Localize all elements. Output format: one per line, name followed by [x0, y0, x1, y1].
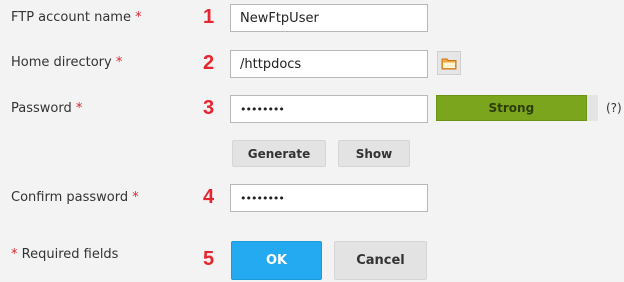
- browse-folder-button[interactable]: [437, 51, 461, 75]
- confirm-password-value: ••••••••: [240, 191, 285, 205]
- ftp-account-name-label-text: FTP account name: [11, 10, 131, 25]
- password-label: Password *: [11, 101, 82, 116]
- home-directory-input[interactable]: /httpdocs: [230, 50, 428, 78]
- password-input[interactable]: ••••••••: [230, 95, 428, 123]
- step-number-5: 5: [203, 248, 215, 270]
- required-mark: *: [11, 247, 18, 262]
- confirm-password-label: Confirm password *: [11, 190, 139, 205]
- ok-button[interactable]: OK: [231, 241, 322, 280]
- step-number-1: 1: [203, 6, 215, 28]
- generate-button[interactable]: Generate: [232, 140, 326, 167]
- required-mark: *: [115, 55, 123, 70]
- confirm-password-input[interactable]: ••••••••: [230, 184, 428, 212]
- required-fields-note: * Required fields: [11, 247, 118, 262]
- password-strength-bar: Strong: [436, 95, 587, 121]
- ftp-account-name-label: FTP account name *: [11, 10, 142, 25]
- confirm-password-label-text: Confirm password: [11, 190, 129, 205]
- password-value: ••••••••: [240, 102, 285, 116]
- required-mark: *: [132, 190, 139, 205]
- show-button[interactable]: Show: [338, 140, 410, 167]
- password-strength-meter: Strong: [436, 95, 598, 121]
- required-fields-text: Required fields: [21, 247, 119, 262]
- ftp-account-name-value: NewFtpUser: [240, 10, 319, 26]
- cancel-button[interactable]: Cancel: [334, 241, 427, 280]
- folder-icon: [441, 58, 457, 69]
- home-directory-label-text: Home directory: [11, 55, 112, 70]
- step-number-4: 4: [203, 186, 215, 208]
- ftp-account-name-input[interactable]: NewFtpUser: [230, 4, 428, 32]
- password-label-text: Password: [11, 101, 72, 116]
- password-help-link[interactable]: (?): [606, 101, 622, 115]
- required-mark: *: [75, 101, 83, 116]
- home-directory-value: /httpdocs: [240, 56, 302, 72]
- step-number-2: 2: [203, 52, 215, 74]
- password-strength-label: Strong: [488, 101, 535, 115]
- home-directory-label: Home directory *: [11, 55, 122, 70]
- required-mark: *: [135, 10, 142, 25]
- step-number-3: 3: [203, 97, 215, 119]
